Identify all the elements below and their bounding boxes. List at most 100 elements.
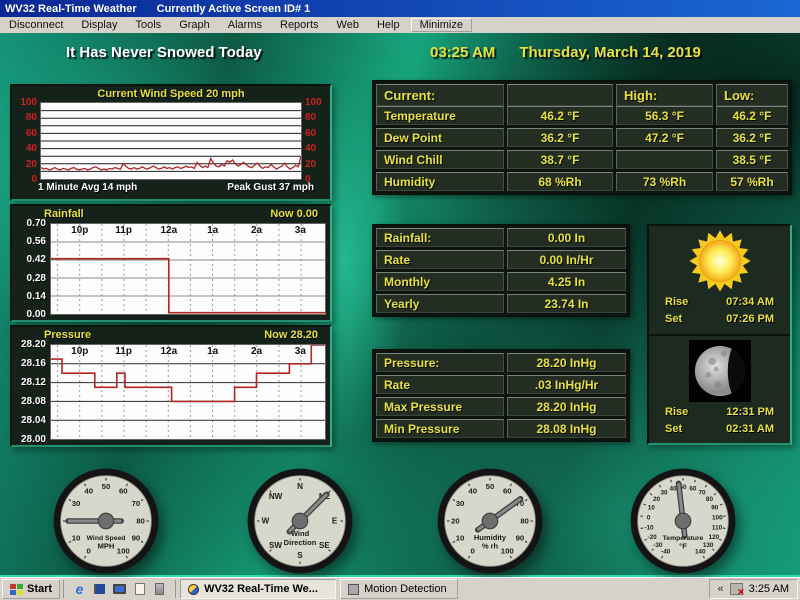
sun-moon-panel: Rise 07:34 AM Set 07:26 PM Rise 12:31 PM… <box>647 224 792 445</box>
temperature-high: 56.3 °F <box>616 106 713 125</box>
current-time: 03:25 AM <box>430 44 495 61</box>
sun-section: Rise 07:34 AM Set 07:26 PM <box>649 226 790 334</box>
svg-text:90: 90 <box>516 534 525 543</box>
windchill-current: 38.7 °F <box>507 150 613 169</box>
rain-rate-label: Rate <box>376 250 504 269</box>
windchill-high <box>616 150 713 169</box>
y-tick-label: 28.04 <box>12 415 46 426</box>
active-screen-label: Currently Active Screen ID# 1 <box>157 3 311 15</box>
wind-y-axis-right: 100806040200 <box>302 97 328 185</box>
menu-graph[interactable]: Graph <box>170 18 219 32</box>
col-header-low: Low: <box>716 84 788 106</box>
moonset-label: Set <box>665 421 682 438</box>
clock: 03:25 AM Thursday, March 14, 2019 <box>430 44 701 61</box>
max-pressure-value: 28.20 InHg <box>507 397 626 416</box>
y-tick-label: 28.16 <box>12 358 46 369</box>
svg-text:10: 10 <box>456 534 465 543</box>
menu-disconnect[interactable]: Disconnect <box>0 18 72 32</box>
y-tick-label: 40 <box>305 143 325 154</box>
y-tick-label: 20 <box>17 159 37 170</box>
x-tick-label: 1a <box>207 346 218 357</box>
menu-display[interactable]: Display <box>72 18 126 32</box>
show-desktop-icon[interactable] <box>152 582 167 597</box>
task-button-wv32[interactable]: WV32 Real-Time We... <box>180 579 336 599</box>
x-tick-label: 3a <box>295 225 306 236</box>
temperature-low: 46.2 °F <box>716 106 788 125</box>
screen: WV32 Real-Time Weather Currently Active … <box>0 0 800 600</box>
moonrise-label: Rise <box>665 404 688 421</box>
svg-text:20: 20 <box>653 496 661 503</box>
row-humidity-label: Humidity <box>376 172 504 191</box>
start-button[interactable]: Start <box>2 579 60 599</box>
svg-text:30: 30 <box>660 490 668 497</box>
outlook-icon[interactable] <box>92 582 107 597</box>
x-tick-label: 1a <box>207 225 218 236</box>
y-tick-label: 28.12 <box>12 377 46 388</box>
wv32-app-icon <box>188 584 199 595</box>
svg-text:40: 40 <box>84 486 93 495</box>
menu-minimize-button[interactable]: Minimize <box>411 18 472 32</box>
y-tick-label: 100 <box>305 97 325 108</box>
svg-text:20: 20 <box>451 516 460 525</box>
status-message: It Has Never Snowed Today <box>66 44 262 61</box>
pressure-table: Pressure: 28.20 InHg Rate .03 InHg/Hr Ma… <box>372 349 630 442</box>
row-windchill-label: Wind Chill <box>376 150 504 169</box>
taskbar: Start e WV32 Real-Time We... Motion Dete… <box>0 577 800 600</box>
desktop-icon[interactable] <box>112 582 127 597</box>
svg-text:100: 100 <box>117 546 130 555</box>
menu-alarms[interactable]: Alarms <box>219 18 271 32</box>
x-tick-label: 12a <box>160 346 177 357</box>
svg-text:-30: -30 <box>653 542 663 549</box>
svg-text:MPH: MPH <box>98 542 115 551</box>
y-tick-label: 0.00 <box>12 309 46 320</box>
menu-help[interactable]: Help <box>368 18 409 32</box>
moon-section: Rise 12:31 PM Set 02:31 AM <box>649 334 790 442</box>
task-button-motion-detection[interactable]: Motion Detection <box>340 579 458 599</box>
svg-text:70: 70 <box>132 499 141 508</box>
start-label: Start <box>27 583 52 595</box>
rain-y-axis: 0.700.560.420.280.140.00 <box>12 218 50 320</box>
humidity-current: 68 %Rh <box>507 172 613 191</box>
wind-chart-title: Current Wind Speed 20 mph <box>12 86 330 102</box>
svg-text:60: 60 <box>689 485 697 492</box>
svg-text:40: 40 <box>670 485 678 492</box>
x-tick-label: 2a <box>251 225 262 236</box>
tray-chevron[interactable]: « <box>718 583 724 595</box>
svg-text:90: 90 <box>132 534 141 543</box>
sunrise-time: 07:34 AM <box>726 294 774 311</box>
x-tick-label: 11p <box>115 225 132 236</box>
svg-text:SW: SW <box>269 541 282 550</box>
menu-reports[interactable]: Reports <box>271 18 328 32</box>
x-tick-label: 12a <box>160 225 177 236</box>
svg-text:50: 50 <box>486 482 495 491</box>
y-tick-label: 80 <box>17 112 37 123</box>
tray-alert-icon[interactable] <box>730 583 743 595</box>
rainfall-label: Rainfall: <box>376 228 504 247</box>
svg-text:140: 140 <box>695 548 706 555</box>
svg-text:NW: NW <box>269 492 283 501</box>
wind-y-axis-left: 100806040200 <box>14 97 40 185</box>
svg-text:10: 10 <box>648 505 656 512</box>
internet-explorer-icon[interactable]: e <box>72 582 87 597</box>
pressure-chart-title: Pressure <box>44 329 91 344</box>
y-tick-label: 0.28 <box>12 273 46 284</box>
humidity-gauge: 0102030405060708090100Humidity% rh <box>436 467 544 575</box>
svg-text:90: 90 <box>711 505 719 512</box>
menu-web[interactable]: Web <box>328 18 368 32</box>
document-icon[interactable] <box>132 582 147 597</box>
rain-now-value: Now 0.00 <box>270 208 318 223</box>
humidity-low: 57 %Rh <box>716 172 788 191</box>
dewpoint-high: 47.2 °F <box>616 128 713 147</box>
current-high-low-table: Current: High: Low: Temperature 46.2 °F … <box>372 80 792 195</box>
rain-yearly-label: Yearly <box>376 294 504 313</box>
moon-icon <box>689 338 751 404</box>
menu-tools[interactable]: Tools <box>127 18 171 32</box>
svg-text:-10: -10 <box>644 524 654 531</box>
task-button-motion-label: Motion Detection <box>364 583 447 595</box>
wind-speed-series <box>41 103 301 179</box>
y-tick-label: 0.56 <box>12 236 46 247</box>
moonset-time: 02:31 AM <box>726 421 774 438</box>
svg-text:60: 60 <box>119 486 128 495</box>
windchill-low: 38.5 °F <box>716 150 788 169</box>
rainfall-chart-panel: Rainfall Now 0.00 0.700.560.420.280.140.… <box>10 204 332 322</box>
